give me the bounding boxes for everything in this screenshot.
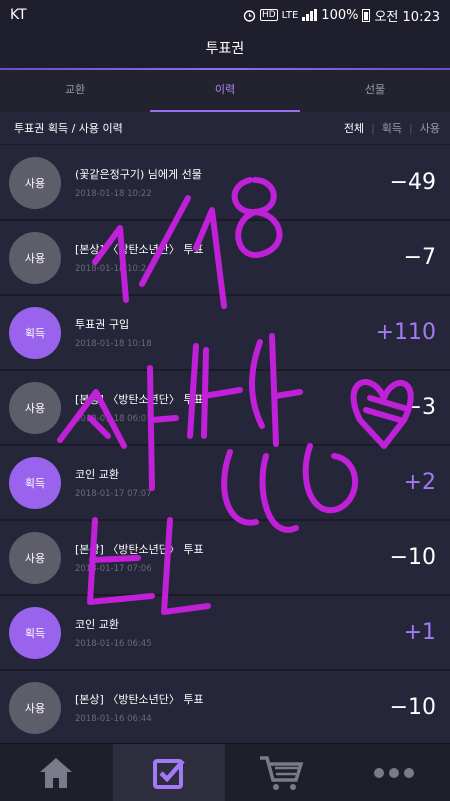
item-amount: +110 [376, 320, 436, 345]
status-icons: HD LTE 100% 오전 10:23 [243, 6, 440, 25]
type-badge: 사용 [9, 532, 61, 584]
filter-group: 전체 | 획득 | 사용 [344, 120, 440, 136]
item-date: 2018-01-18 10:22 [75, 189, 390, 199]
tab-history[interactable]: 이력 [150, 70, 300, 112]
item-title: 코인 교환 [75, 616, 404, 632]
item-amount: −7 [404, 245, 436, 270]
signal-icon [302, 9, 317, 21]
type-badge: 사용 [9, 382, 61, 434]
tab-bar: 교환 이력 선물 [0, 70, 450, 112]
list-item[interactable]: 사용 [본상] 〈방탄소년단〉 투표 2018-01-16 06:44 −10 [0, 671, 450, 746]
item-date: 2018-01-16 06:45 [75, 639, 404, 649]
status-bar: KT HD LTE 100% 오전 10:23 [0, 0, 450, 30]
clock: 오전 10:23 [374, 6, 440, 25]
list-item[interactable]: 사용 [본상] 〈방탄소년단〉 투표 2018-01-18 06:07 −3 [0, 371, 450, 446]
filter-separator: | [409, 122, 413, 135]
item-amount: −49 [390, 170, 436, 195]
battery-icon [362, 9, 370, 22]
cart-icon [258, 754, 304, 792]
nav-home[interactable] [0, 744, 113, 801]
type-badge: 사용 [9, 157, 61, 209]
tab-exchange[interactable]: 교환 [0, 70, 150, 112]
list-item[interactable]: 획득 코인 교환 2018-01-17 07:07 +2 [0, 446, 450, 521]
type-badge: 획득 [9, 607, 61, 659]
item-title: 투표권 구입 [75, 316, 376, 332]
list-item[interactable]: 사용 [본상] 〈방탄소년단〉 투표 2018-01-18 10:2 −7 [0, 221, 450, 296]
item-amount: +2 [404, 470, 436, 495]
list-item[interactable]: 사용 (꽃같은정구기) 님에게 선물 2018-01-18 10:22 −49 [0, 146, 450, 221]
item-title: [본상] 〈방탄소년단〉 투표 [75, 241, 404, 257]
battery-percent: 100% [321, 8, 358, 23]
item-amount: −10 [390, 695, 436, 720]
page-title: 투표권 [0, 30, 450, 68]
item-title: (꽃같은정구기) 님에게 선물 [75, 166, 390, 182]
item-amount: −10 [390, 545, 436, 570]
carrier-label: KT [10, 7, 27, 23]
bottom-nav [0, 743, 450, 801]
type-badge: 획득 [9, 457, 61, 509]
item-amount: +1 [404, 620, 436, 645]
filter-all[interactable]: 전체 [344, 120, 364, 136]
item-title: [본상] 〈방탄소년단〉 투표 [75, 391, 404, 407]
list-item[interactable]: 사용 [본상] 〈방탄소년단〉 투표 2018-01-17 07:06 −10 [0, 521, 450, 596]
item-date: 2018-01-18 06:07 [75, 414, 404, 424]
history-filter-bar: 투표권 획득 / 사용 이력 전체 | 획득 | 사용 [0, 112, 450, 145]
list-item[interactable]: 획득 코인 교환 2018-01-16 06:45 +1 [0, 596, 450, 671]
list-item[interactable]: 획득 투표권 구입 2018-01-18 10:18 +110 [0, 296, 450, 371]
type-badge: 획득 [9, 307, 61, 359]
home-icon [37, 756, 75, 790]
item-amount: −3 [404, 395, 436, 420]
vote-check-icon [151, 755, 187, 791]
tab-gift[interactable]: 선물 [300, 70, 450, 112]
nav-more[interactable] [338, 744, 450, 801]
filter-separator: | [371, 122, 375, 135]
item-date: 2018-01-16 06:44 [75, 714, 390, 724]
hd-icon: HD [260, 9, 278, 21]
lte-icon: LTE [282, 10, 299, 21]
type-badge: 사용 [9, 682, 61, 734]
nav-cart[interactable] [225, 744, 338, 801]
history-list: 사용 (꽃같은정구기) 님에게 선물 2018-01-18 10:22 −49 사… [0, 146, 450, 746]
item-title: 코인 교환 [75, 466, 404, 482]
alarm-icon [243, 9, 256, 22]
item-title: [본상] 〈방탄소년단〉 투표 [75, 541, 390, 557]
item-date: 2018-01-17 07:07 [75, 489, 404, 499]
item-date: 2018-01-18 10:2 [75, 264, 404, 274]
item-title: [본상] 〈방탄소년단〉 투표 [75, 691, 390, 707]
type-badge: 사용 [9, 232, 61, 284]
filter-acquired[interactable]: 획득 [382, 120, 402, 136]
item-date: 2018-01-18 10:18 [75, 339, 376, 349]
more-icon [372, 766, 416, 780]
item-date: 2018-01-17 07:06 [75, 564, 390, 574]
nav-vote[interactable] [113, 744, 226, 801]
history-heading: 투표권 획득 / 사용 이력 [14, 120, 123, 136]
filter-used[interactable]: 사용 [420, 120, 440, 136]
